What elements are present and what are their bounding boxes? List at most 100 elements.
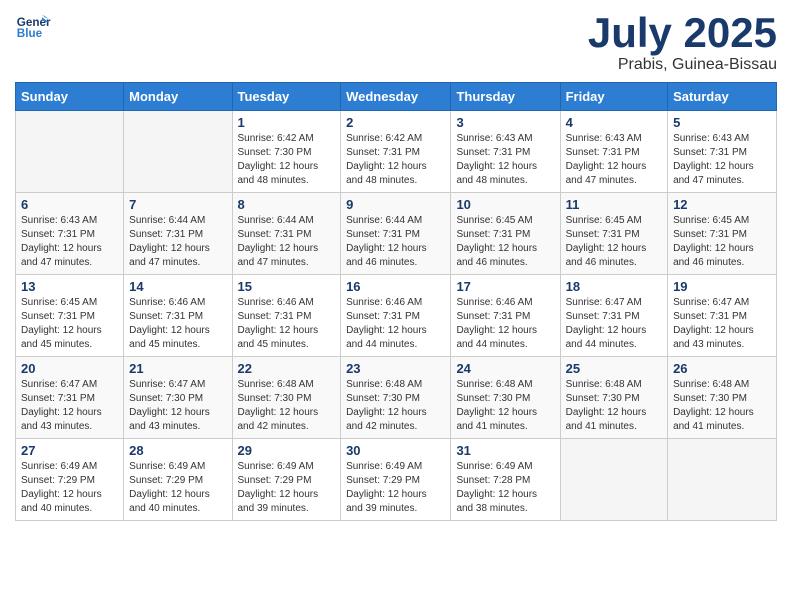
day-info: Sunrise: 6:48 AM Sunset: 7:30 PM Dayligh… (238, 378, 336, 434)
table-row: 29Sunrise: 6:49 AM Sunset: 7:29 PM Dayli… (232, 439, 341, 521)
col-wednesday: Wednesday (341, 83, 451, 111)
table-row: 12 Sunrise: 6:45 AM Sunset: 7:31 PM Dayli… (668, 193, 777, 275)
table-row: 22 Sunrise: 6:48 AM Sunset: 7:30 PM Dayli… (232, 357, 341, 439)
day-number: 19 (673, 279, 771, 294)
day-info: Sunrise: 6:45 AM Sunset: 7:31 PM Dayligh… (456, 214, 554, 270)
day-info: Sunrise: 6:48 AM Sunset: 7:30 PM Dayligh… (456, 378, 554, 434)
table-row: 18 Sunrise: 6:47 AM Sunset: 7:31 PM Dayli… (560, 275, 667, 357)
day-number: 12 (673, 197, 771, 212)
day-info: Sunrise: 6:46 AM Sunset: 7:31 PM Dayligh… (346, 296, 445, 352)
day-info: Sunrise: 6:47 AM Sunset: 7:31 PM Dayligh… (673, 296, 771, 352)
calendar-header-row: Sunday Monday Tuesday Wednesday Thursday… (16, 83, 777, 111)
table-row: 1 Sunrise: 6:42 AM Sunset: 7:30 PM Daylig… (232, 111, 341, 193)
calendar-week-row: 6 Sunrise: 6:43 AM Sunset: 7:31 PM Daylig… (16, 193, 777, 275)
calendar-week-row: 27 Sunrise: 6:49 AM Sunset: 7:29 PM Dayli… (16, 439, 777, 521)
table-row: 5 Sunrise: 6:43 AM Sunset: 7:31 PM Daylig… (668, 111, 777, 193)
day-info: Sunrise: 6:45 AM Sunset: 7:31 PM Dayligh… (21, 296, 118, 352)
logo: General Blue (15, 10, 55, 46)
day-number: 26 (673, 361, 771, 376)
day-number: 14 (129, 279, 226, 294)
table-row: 24 Sunrise: 6:48 AM Sunset: 7:30 PM Dayli… (451, 357, 560, 439)
col-monday: Monday (124, 83, 232, 111)
calendar-week-row: 13 Sunrise: 6:45 AM Sunset: 7:31 PM Dayli… (16, 275, 777, 357)
table-row (560, 439, 667, 521)
table-row: 27 Sunrise: 6:49 AM Sunset: 7:29 PM Dayli… (16, 439, 124, 521)
title-block: July 2025 Prabis, Guinea-Bissau (588, 10, 777, 74)
day-info: Sunrise: 6:47 AM Sunset: 7:31 PM Dayligh… (566, 296, 662, 352)
day-info: Sunrise: 6:43 AM Sunset: 7:31 PM Dayligh… (21, 214, 118, 270)
logo-icon: General Blue (15, 10, 51, 46)
table-row: 9Sunrise: 6:44 AM Sunset: 7:31 PM Daylig… (341, 193, 451, 275)
day-number: 10 (456, 197, 554, 212)
day-info: Sunrise: 6:48 AM Sunset: 7:30 PM Dayligh… (673, 378, 771, 434)
calendar-week-row: 20Sunrise: 6:47 AM Sunset: 7:31 PM Dayli… (16, 357, 777, 439)
table-row: 14 Sunrise: 6:46 AM Sunset: 7:31 PM Dayli… (124, 275, 232, 357)
day-number: 20 (21, 361, 118, 376)
day-number: 2 (346, 115, 445, 130)
day-info: Sunrise: 6:42 AM Sunset: 7:30 PM Dayligh… (238, 132, 336, 188)
day-number: 31 (456, 443, 554, 458)
day-number: 6 (21, 197, 118, 212)
day-number: 18 (566, 279, 662, 294)
table-row: 8 Sunrise: 6:44 AM Sunset: 7:31 PM Daylig… (232, 193, 341, 275)
day-info: Sunrise: 6:46 AM Sunset: 7:31 PM Dayligh… (129, 296, 226, 352)
calendar-week-row: 1 Sunrise: 6:42 AM Sunset: 7:30 PM Daylig… (16, 111, 777, 193)
table-row: 11Sunrise: 6:45 AM Sunset: 7:31 PM Dayli… (560, 193, 667, 275)
day-info: Sunrise: 6:44 AM Sunset: 7:31 PM Dayligh… (238, 214, 336, 270)
day-number: 25 (566, 361, 662, 376)
day-number: 28 (129, 443, 226, 458)
col-sunday: Sunday (16, 83, 124, 111)
day-number: 8 (238, 197, 336, 212)
day-number: 21 (129, 361, 226, 376)
col-friday: Friday (560, 83, 667, 111)
day-info: Sunrise: 6:46 AM Sunset: 7:31 PM Dayligh… (238, 296, 336, 352)
day-number: 1 (238, 115, 336, 130)
day-number: 24 (456, 361, 554, 376)
header: General Blue July 2025 Prabis, Guinea-Bi… (15, 10, 777, 74)
table-row: 17Sunrise: 6:46 AM Sunset: 7:31 PM Dayli… (451, 275, 560, 357)
day-info: Sunrise: 6:42 AM Sunset: 7:31 PM Dayligh… (346, 132, 445, 188)
day-info: Sunrise: 6:49 AM Sunset: 7:29 PM Dayligh… (129, 460, 226, 516)
page-container: General Blue July 2025 Prabis, Guinea-Bi… (0, 0, 792, 536)
table-row: 21Sunrise: 6:47 AM Sunset: 7:30 PM Dayli… (124, 357, 232, 439)
table-row (124, 111, 232, 193)
day-number: 23 (346, 361, 445, 376)
day-number: 15 (238, 279, 336, 294)
table-row (16, 111, 124, 193)
calendar-table: Sunday Monday Tuesday Wednesday Thursday… (15, 82, 777, 521)
table-row: 20Sunrise: 6:47 AM Sunset: 7:31 PM Dayli… (16, 357, 124, 439)
day-info: Sunrise: 6:46 AM Sunset: 7:31 PM Dayligh… (456, 296, 554, 352)
table-row: 2 Sunrise: 6:42 AM Sunset: 7:31 PM Daylig… (341, 111, 451, 193)
table-row: 25Sunrise: 6:48 AM Sunset: 7:30 PM Dayli… (560, 357, 667, 439)
table-row: 13 Sunrise: 6:45 AM Sunset: 7:31 PM Dayli… (16, 275, 124, 357)
svg-text:Blue: Blue (17, 27, 43, 40)
day-info: Sunrise: 6:45 AM Sunset: 7:31 PM Dayligh… (566, 214, 662, 270)
table-row: 28 Sunrise: 6:49 AM Sunset: 7:29 PM Dayli… (124, 439, 232, 521)
table-row: 7Sunrise: 6:44 AM Sunset: 7:31 PM Daylig… (124, 193, 232, 275)
day-number: 5 (673, 115, 771, 130)
day-info: Sunrise: 6:49 AM Sunset: 7:29 PM Dayligh… (21, 460, 118, 516)
day-info: Sunrise: 6:45 AM Sunset: 7:31 PM Dayligh… (673, 214, 771, 270)
day-number: 13 (21, 279, 118, 294)
table-row: 31 Sunrise: 6:49 AM Sunset: 7:28 PM Dayli… (451, 439, 560, 521)
day-info: Sunrise: 6:48 AM Sunset: 7:30 PM Dayligh… (346, 378, 445, 434)
day-number: 27 (21, 443, 118, 458)
day-info: Sunrise: 6:44 AM Sunset: 7:31 PM Dayligh… (346, 214, 445, 270)
day-info: Sunrise: 6:49 AM Sunset: 7:29 PM Dayligh… (238, 460, 336, 516)
calendar-title: July 2025 (588, 10, 777, 56)
table-row: 30 Sunrise: 6:49 AM Sunset: 7:29 PM Dayli… (341, 439, 451, 521)
day-info: Sunrise: 6:49 AM Sunset: 7:29 PM Dayligh… (346, 460, 445, 516)
day-info: Sunrise: 6:44 AM Sunset: 7:31 PM Dayligh… (129, 214, 226, 270)
table-row: 4 Sunrise: 6:43 AM Sunset: 7:31 PM Daylig… (560, 111, 667, 193)
table-row: 19 Sunrise: 6:47 AM Sunset: 7:31 PM Dayli… (668, 275, 777, 357)
day-number: 30 (346, 443, 445, 458)
day-info: Sunrise: 6:49 AM Sunset: 7:28 PM Dayligh… (456, 460, 554, 516)
day-info: Sunrise: 6:43 AM Sunset: 7:31 PM Dayligh… (673, 132, 771, 188)
table-row: 23 Sunrise: 6:48 AM Sunset: 7:30 PM Dayli… (341, 357, 451, 439)
table-row: 26 Sunrise: 6:48 AM Sunset: 7:30 PM Dayli… (668, 357, 777, 439)
day-info: Sunrise: 6:43 AM Sunset: 7:31 PM Dayligh… (566, 132, 662, 188)
day-number: 4 (566, 115, 662, 130)
col-saturday: Saturday (668, 83, 777, 111)
day-number: 3 (456, 115, 554, 130)
day-number: 22 (238, 361, 336, 376)
